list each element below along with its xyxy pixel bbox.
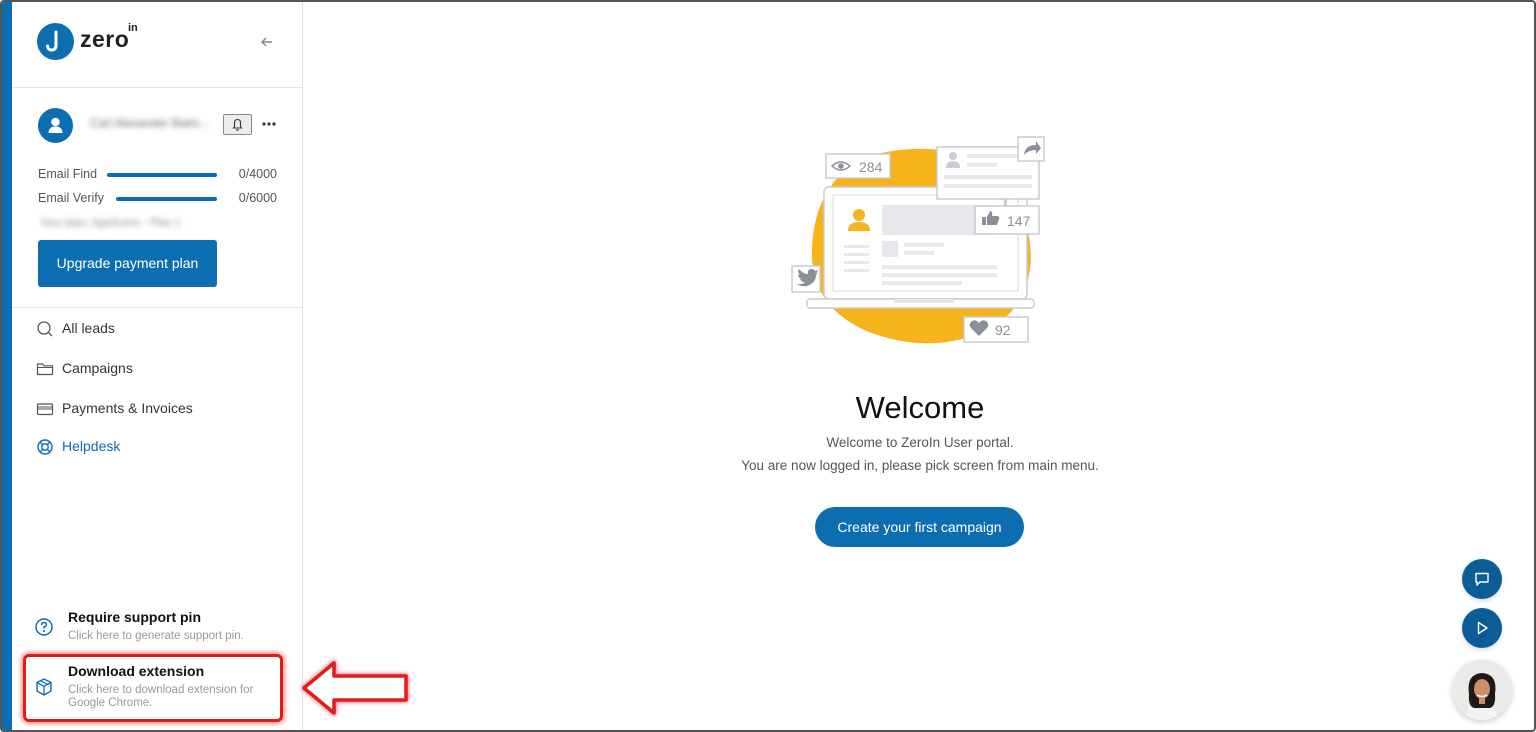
chat-button[interactable]: [1462, 559, 1502, 599]
views-count: 284: [859, 159, 883, 175]
sidebar-item-payments[interactable]: Payments & Invoices: [36, 398, 276, 420]
folder-icon: [36, 363, 54, 376]
more-options-button[interactable]: [260, 113, 278, 135]
usage-label: Email Verify: [38, 191, 104, 205]
sidebar-item-all-leads[interactable]: All leads: [36, 318, 276, 340]
user-row: Carl Alexander Balm...: [12, 102, 302, 148]
usage-count: 0/4000: [238, 167, 277, 181]
search-icon: [37, 321, 53, 337]
sidebar: zero in Carl Alexander Balm... Email Fin…: [12, 2, 303, 730]
avatar[interactable]: [38, 108, 73, 143]
logo-icon: [37, 23, 74, 60]
welcome-instructions: You are now logged in, please pick scree…: [741, 458, 1099, 473]
likes-count: 147: [1007, 213, 1031, 229]
logo-row: zero in: [12, 2, 302, 88]
question-circle-icon: [35, 618, 53, 636]
logo-superscript: in: [128, 22, 138, 34]
require-support-pin[interactable]: Require support pin Click here to genera…: [30, 609, 280, 649]
play-icon: [1477, 621, 1488, 635]
usage-email-find: Email Find 0/4000: [38, 167, 288, 183]
lifebuoy-icon: [37, 439, 53, 455]
notifications-button[interactable]: [223, 114, 252, 135]
bell-icon: [232, 118, 243, 131]
support-agent-avatar[interactable]: [1452, 660, 1512, 720]
chat-icon: [1475, 572, 1489, 586]
arrow-left-icon: [261, 37, 272, 47]
support-pin-title: Require support pin: [68, 609, 201, 625]
more-icon: [262, 122, 276, 126]
sidebar-item-label: Payments & Invoices: [62, 400, 193, 416]
app-frame: zero in Carl Alexander Balm... Email Fin…: [0, 0, 1536, 732]
usage-email-verify: Email Verify 0/6000: [38, 191, 288, 207]
sidebar-item-label: Helpdesk: [62, 438, 121, 454]
main-content: 284 147 92 Welcome Welcome to ZeroIn Use…: [304, 2, 1534, 730]
video-play-button[interactable]: [1462, 608, 1502, 648]
create-campaign-button[interactable]: Create your first campaign: [815, 507, 1024, 547]
sidebar-item-label: Campaigns: [62, 360, 133, 376]
credit-card-icon: [36, 403, 54, 416]
sidebar-item-helpdesk[interactable]: Helpdesk: [36, 436, 276, 458]
usage-bar: [107, 173, 217, 177]
callout-highlight-box: [23, 654, 283, 722]
page-title: Welcome: [855, 390, 985, 425]
hearts-count: 92: [995, 322, 1011, 338]
plan-text: Your plan: AppSumo - Plan 1: [40, 217, 181, 229]
usage-bar: [116, 197, 217, 201]
sidebar-item-label: All leads: [62, 320, 115, 336]
usage-count: 0/6000: [238, 191, 277, 205]
welcome-subtitle: Welcome to ZeroIn User portal.: [826, 435, 1014, 450]
upgrade-plan-button[interactable]: Upgrade payment plan: [38, 240, 217, 287]
welcome-illustration: 284 147 92: [791, 136, 1045, 344]
support-pin-subtitle: Click here to generate support pin.: [68, 630, 244, 642]
logo-text: zero: [80, 26, 130, 52]
collapse-sidebar-button[interactable]: [256, 32, 278, 52]
usage-label: Email Find: [38, 167, 98, 181]
divider: [12, 307, 302, 308]
sidebar-item-campaigns[interactable]: Campaigns: [36, 358, 276, 380]
accent-bar: [2, 2, 12, 730]
user-name: Carl Alexander Balm...: [90, 116, 210, 130]
